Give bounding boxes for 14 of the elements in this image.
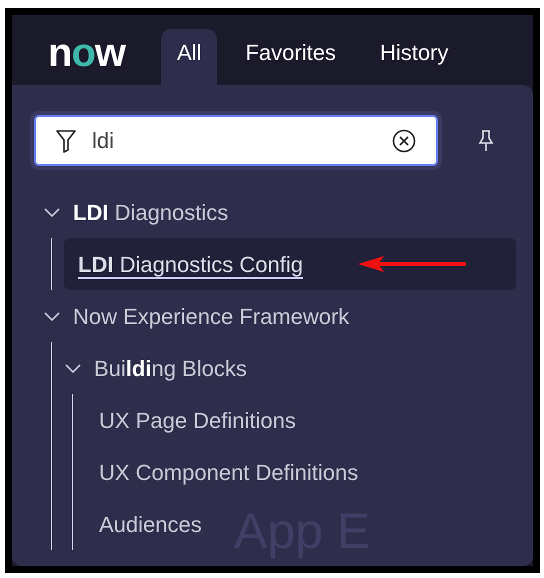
tab[interactable]: History	[364, 29, 464, 85]
tree-item[interactable]: Audiences	[99, 498, 202, 550]
clear-icon[interactable]	[392, 128, 416, 152]
tree-group-label[interactable]: Now Experience Framework	[73, 300, 350, 332]
tree-item[interactable]: UX Component Definitions	[99, 446, 358, 498]
tree-group-label[interactable]: LDI Diagnostics	[73, 196, 228, 228]
tab[interactable]: All	[161, 29, 218, 85]
tab[interactable]: Favorites	[229, 29, 352, 85]
tree-item[interactable]: LDI Diagnostics Config	[64, 238, 516, 290]
filter-icon	[56, 128, 76, 152]
tree-group-label[interactable]: Building Blocks	[94, 352, 247, 384]
tree-item[interactable]: UX Page Definitions	[99, 394, 296, 446]
pin-icon[interactable]	[478, 128, 494, 152]
logo: now	[48, 33, 125, 73]
